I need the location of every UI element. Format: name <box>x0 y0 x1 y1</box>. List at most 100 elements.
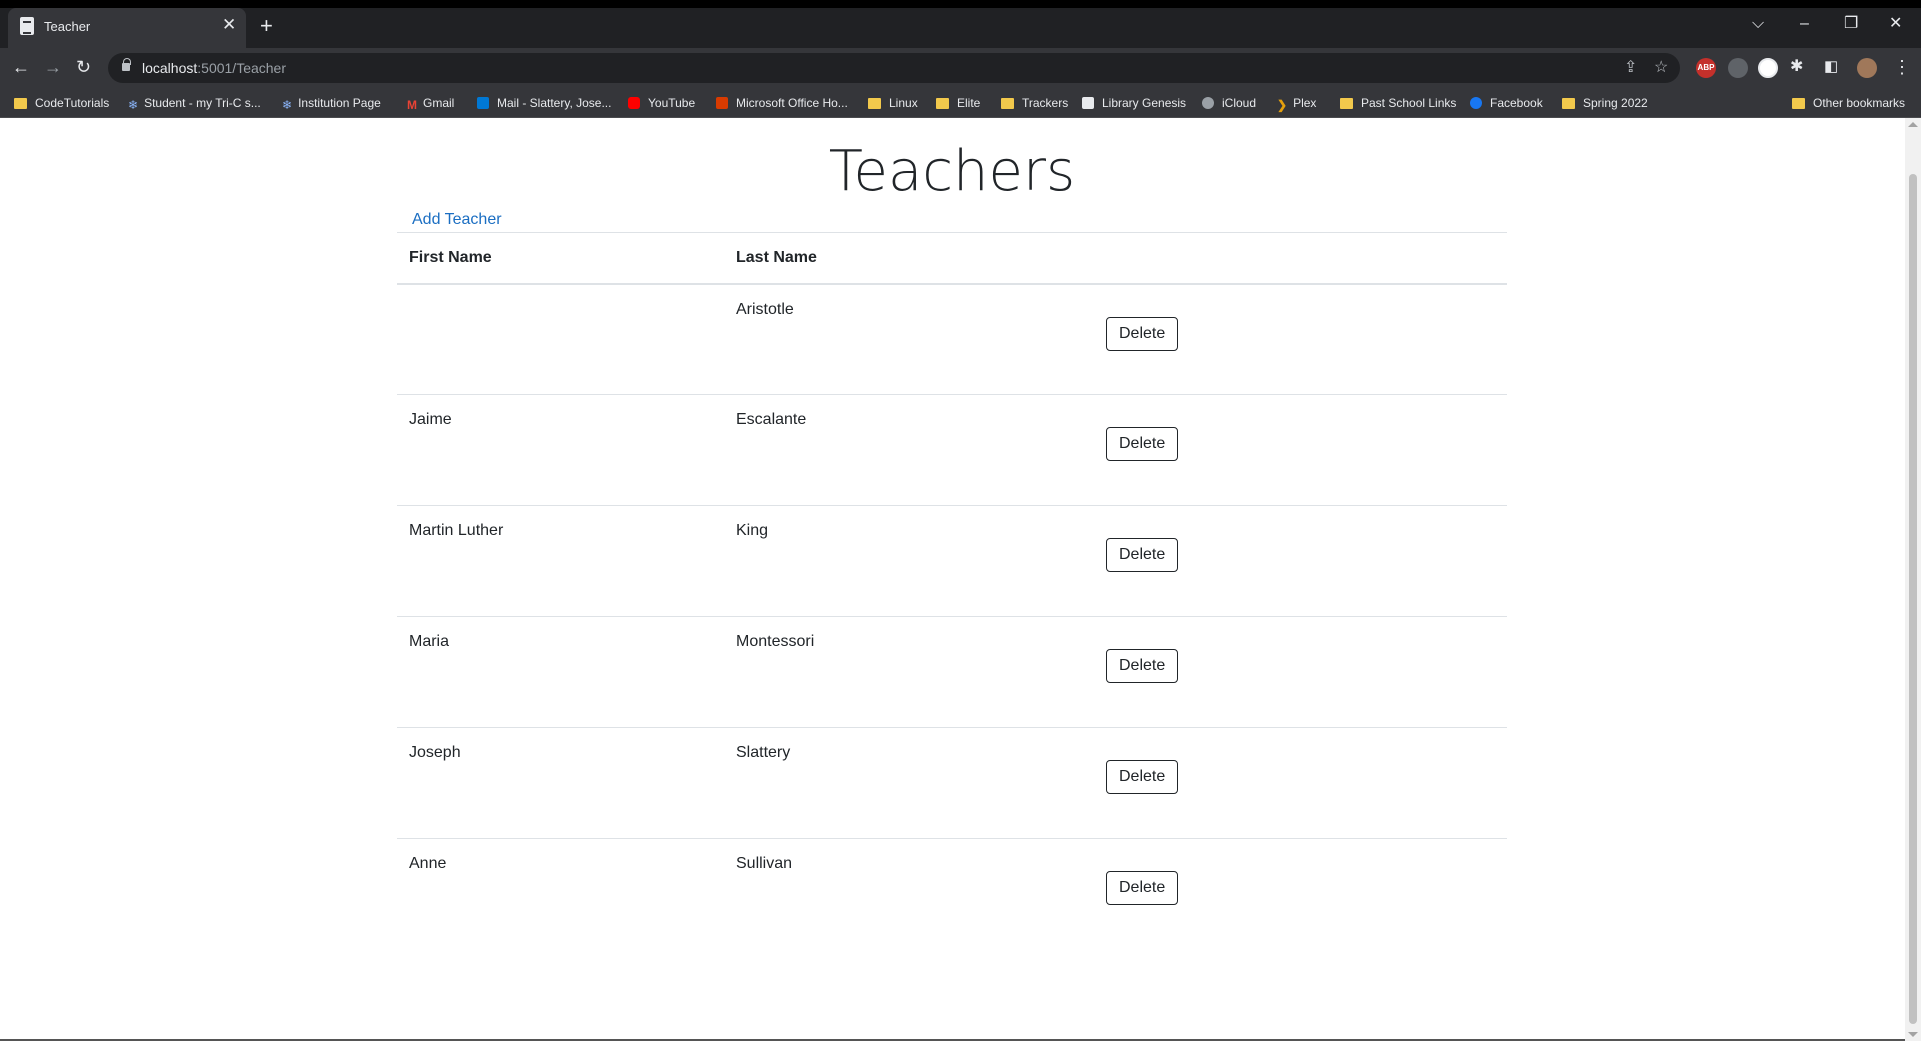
bookmark-item[interactable]: YouTube <box>628 96 695 110</box>
tab-title: Teacher <box>44 19 91 34</box>
folder-icon <box>1792 98 1805 109</box>
column-header-first-name: First Name <box>397 232 724 285</box>
browser-toolbar: ← → ↻ localhost:5001/Teacher ⇪ ☆ ABP ✱ ◧… <box>0 48 1921 88</box>
tab-search-icon[interactable]: ⌵ <box>1752 14 1764 34</box>
bookmark-item[interactable]: Trackers <box>1001 96 1068 110</box>
page-title: Teachers <box>828 139 1076 204</box>
youtube-icon <box>628 97 640 109</box>
extension-honey-icon[interactable] <box>1758 58 1778 78</box>
vertical-scrollbar[interactable] <box>1905 118 1921 1041</box>
bookmark-item[interactable]: Microsoft Office Ho... <box>716 96 848 110</box>
folder-icon <box>868 98 881 109</box>
back-icon[interactable]: ← <box>12 57 30 77</box>
facebook-icon <box>1470 97 1482 109</box>
teachers-table: First Name Last Name Aristotle Delete Ja… <box>397 232 1507 950</box>
restore-icon[interactable]: ❐ <box>1844 14 1858 34</box>
page-favicon-icon <box>20 17 34 35</box>
outlook-icon <box>477 97 489 109</box>
bookmarks-bar: CodeTutorials ❄ Student - my Tri-C s... ❄… <box>0 88 1921 118</box>
close-tab-icon[interactable]: ✕ <box>222 15 236 35</box>
bookmark-item[interactable]: ❄ Institution Page <box>282 96 381 112</box>
bookmark-item[interactable]: Elite <box>936 96 980 110</box>
folder-icon <box>1562 98 1575 109</box>
table-row: Martin Luther King Delete <box>397 505 1507 617</box>
bookmark-item[interactable]: ❄ Student - my Tri-C s... <box>128 96 261 112</box>
bookmark-item[interactable]: Linux <box>868 96 918 110</box>
bookmark-star-icon[interactable]: ☆ <box>1654 59 1668 77</box>
actions-cell: Delete <box>1094 394 1507 506</box>
gmail-icon: M <box>407 98 417 112</box>
plex-icon: ❯ <box>1277 98 1288 112</box>
last-name-cell: Escalante <box>724 394 1094 506</box>
first-name-cell: Joseph <box>397 727 724 839</box>
actions-cell: Delete <box>1094 727 1507 839</box>
scrollbar-thumb[interactable] <box>1909 174 1917 1024</box>
other-bookmarks[interactable]: Other bookmarks <box>1792 96 1905 110</box>
first-name-cell <box>397 283 724 395</box>
bookmark-item[interactable]: CodeTutorials <box>14 96 109 110</box>
bookmark-item[interactable]: Facebook <box>1470 96 1543 110</box>
last-name-cell: Montessori <box>724 616 1094 728</box>
delete-button[interactable]: Delete <box>1106 649 1179 683</box>
extensions-puzzle-icon[interactable]: ✱ <box>1790 57 1803 77</box>
reload-icon[interactable]: ↻ <box>76 57 91 77</box>
bookmark-item[interactable]: Spring 2022 <box>1562 96 1648 110</box>
page-viewport: Teachers Add Teacher First Name Last Nam… <box>0 118 1905 1041</box>
lock-icon[interactable] <box>122 58 131 71</box>
last-name-cell: Aristotle <box>724 283 1094 395</box>
new-tab-icon[interactable]: + <box>260 15 273 37</box>
last-name-cell: Slattery <box>724 727 1094 839</box>
table-row: Anne Sullivan Delete <box>397 839 1507 950</box>
browser-tab[interactable]: Teacher ✕ <box>8 8 246 48</box>
bookmark-item[interactable]: M Gmail <box>407 96 454 112</box>
bookmark-item[interactable]: Library Genesis <box>1082 96 1186 110</box>
extension-glasses-icon[interactable] <box>1728 58 1748 78</box>
actions-cell: Delete <box>1094 283 1507 395</box>
office-icon <box>716 97 728 109</box>
tab-strip: Teacher ✕ + ⌵ – ❐ ✕ <box>0 8 1921 48</box>
adblock-icon[interactable]: ABP <box>1696 58 1716 78</box>
delete-button[interactable]: Delete <box>1106 871 1179 905</box>
actions-cell: Delete <box>1094 839 1507 950</box>
profile-avatar[interactable] <box>1857 58 1877 78</box>
first-name-cell: Jaime <box>397 394 724 506</box>
first-name-cell: Maria <box>397 616 724 728</box>
folder-icon <box>1340 98 1353 109</box>
delete-button[interactable]: Delete <box>1106 760 1179 794</box>
forward-icon[interactable]: → <box>44 57 62 77</box>
bookmark-item[interactable]: Past School Links <box>1340 96 1456 110</box>
side-panel-icon[interactable]: ◧ <box>1824 57 1838 77</box>
snowflake-icon: ❄ <box>282 98 293 112</box>
table-header-row: First Name Last Name <box>397 232 1507 285</box>
close-window-icon[interactable]: ✕ <box>1889 14 1902 34</box>
bookmark-item[interactable]: iCloud <box>1202 96 1256 110</box>
url-text[interactable]: localhost:5001/Teacher <box>142 60 286 76</box>
bookmark-item[interactable]: ❯ Plex <box>1277 96 1316 112</box>
table-row: Jaime Escalante Delete <box>397 394 1507 506</box>
column-header-actions <box>1094 232 1507 285</box>
delete-button[interactable]: Delete <box>1106 316 1179 351</box>
apple-icon <box>1202 97 1214 109</box>
actions-cell: Delete <box>1094 505 1507 617</box>
add-teacher-link[interactable]: Add Teacher <box>412 211 502 229</box>
actions-cell: Delete <box>1094 616 1507 728</box>
snowflake-icon: ❄ <box>128 98 139 112</box>
minimize-icon[interactable]: – <box>1800 14 1809 34</box>
folder-icon <box>936 98 949 109</box>
first-name-cell: Martin Luther <box>397 505 724 617</box>
delete-button[interactable]: Delete <box>1106 427 1179 461</box>
address-bar[interactable]: localhost:5001/Teacher ⇪ ☆ <box>108 53 1680 83</box>
delete-button[interactable]: Delete <box>1106 538 1179 572</box>
scroll-down-arrow-icon[interactable] <box>1908 1032 1918 1037</box>
scroll-up-arrow-icon[interactable] <box>1908 122 1918 127</box>
table-row: Aristotle Delete <box>397 283 1507 395</box>
bookmark-item[interactable]: Mail - Slattery, Jose... <box>477 96 611 110</box>
first-name-cell: Anne <box>409 855 447 872</box>
last-name-cell: Sullivan <box>736 855 793 872</box>
table-row: Maria Montessori Delete <box>397 616 1507 728</box>
last-name-cell: King <box>724 505 1094 617</box>
library-icon <box>1082 97 1094 109</box>
share-icon[interactable]: ⇪ <box>1624 59 1637 77</box>
table-row: Joseph Slattery Delete <box>397 727 1507 839</box>
menu-kebab-icon[interactable]: ⋮ <box>1893 57 1911 77</box>
